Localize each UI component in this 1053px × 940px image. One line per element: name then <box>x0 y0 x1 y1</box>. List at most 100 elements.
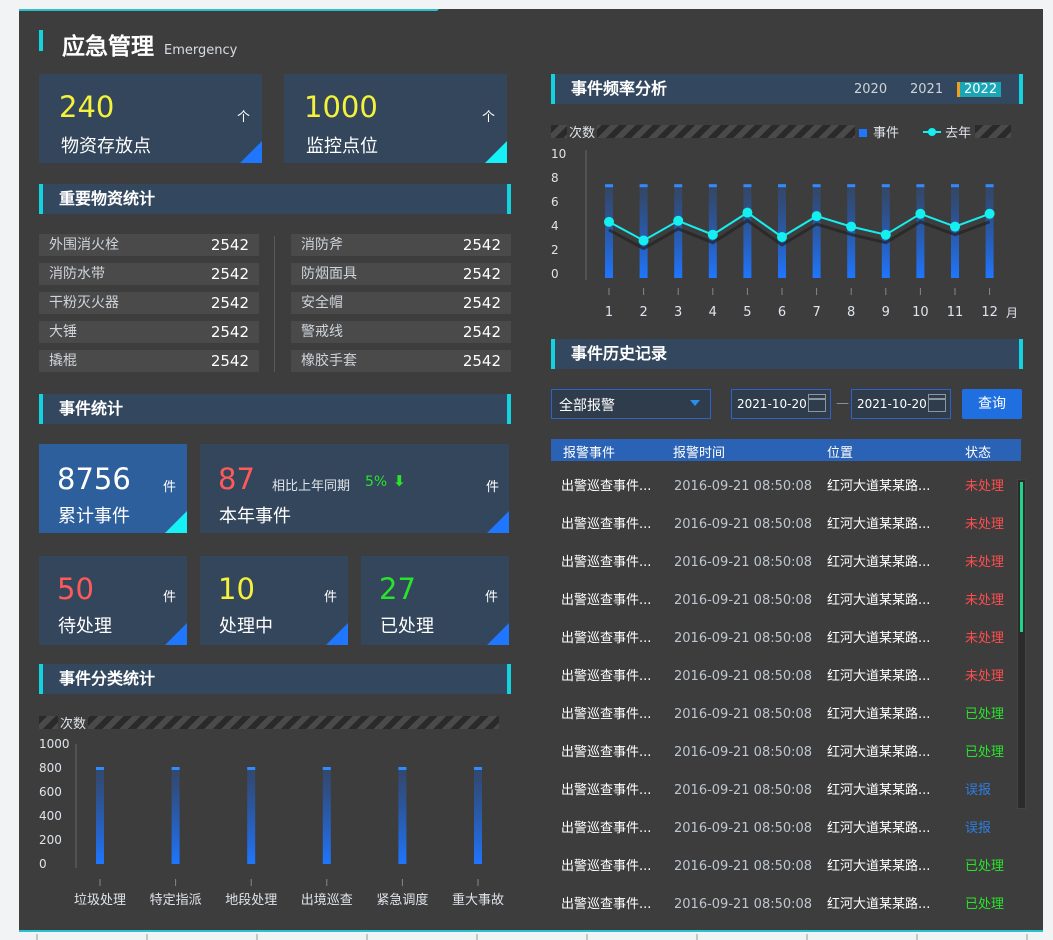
y-tick-label: 2 <box>551 243 559 257</box>
last-year-point <box>880 229 891 240</box>
month-label: 3 <box>674 305 682 320</box>
card-corner <box>165 511 187 533</box>
table-row[interactable]: 出警巡查事件... 2016-09-21 08:50:08 红河大道某某路... 已处… <box>551 848 1011 886</box>
table-row[interactable]: 出警巡查事件... 2016-09-21 08:50:08 红河大道某某路... 已处… <box>551 696 1011 734</box>
frequency-ylabel: 次数 <box>567 122 598 141</box>
material-row: 防烟面具 2542 <box>291 263 511 285</box>
row-status: 未处理 <box>965 479 1005 494</box>
legend-last-year: 去年 <box>945 126 972 141</box>
month-label: 7 <box>812 305 820 320</box>
material-value: 2542 <box>462 236 501 254</box>
event-bar-cap <box>743 184 752 188</box>
date-from-value: 2021-10-20 <box>737 397 807 411</box>
y-tick-label: 400 <box>39 809 62 823</box>
table-row[interactable]: 出警巡查事件... 2016-09-21 08:50:08 红河大道某某路... 误报 <box>551 810 1011 848</box>
table-row[interactable]: 出警巡查事件... 2016-09-21 08:50:08 红河大道某某路... 误报 <box>551 772 1011 810</box>
month-label: 9 <box>882 305 890 320</box>
row-location: 红河大道某某路... <box>827 593 931 608</box>
date-from-field[interactable]: 2021-10-20 <box>731 389 831 419</box>
table-row[interactable]: 出警巡查事件... 2016-09-21 08:50:08 红河大道某某路... 未处… <box>551 582 1011 620</box>
year-2021[interactable]: 2021 <box>910 82 943 97</box>
table-row[interactable]: 出警巡查事件... 2016-09-21 08:50:08 红河大道某某路... 未处… <box>551 468 1011 506</box>
date-to-value: 2021-10-20 <box>857 397 927 411</box>
material-name: 警戒线 <box>301 324 343 340</box>
page-title: 应急管理 <box>62 34 154 60</box>
frequency-chart: 10864201 2 3 4 5 6 7 8 9 10 11 12 月 <box>551 147 1018 320</box>
event-bar <box>639 185 648 278</box>
event-bar-cap <box>778 184 786 188</box>
material-row: 干粉灭火器 2542 <box>39 292 259 314</box>
compare-label: 相比上年同期 <box>272 479 351 494</box>
card-corner <box>240 141 262 163</box>
month-label: 5 <box>743 305 751 320</box>
category-label: 垃圾处理 <box>74 893 126 908</box>
event-bar <box>743 185 752 278</box>
row-status: 未处理 <box>965 555 1005 570</box>
alarm-type-select[interactable]: 全部报警 <box>551 389 711 419</box>
table-row[interactable]: 出警巡查事件... 2016-09-21 08:50:08 红河大道某某路... 未处… <box>551 620 1011 658</box>
done-card: 27 件 已处理 <box>361 556 509 645</box>
row-event: 出警巡查事件... <box>561 783 652 798</box>
processing-value: 10 <box>218 572 255 606</box>
material-value: 2542 <box>462 265 501 283</box>
col-event: 报警事件 <box>563 446 616 461</box>
row-status: 已处理 <box>965 859 1005 874</box>
year-events-unit: 件 <box>486 480 500 495</box>
processing-card: 10 件 处理中 <box>200 556 348 645</box>
material-row: 消防斧 2542 <box>291 234 511 256</box>
table-row[interactable]: 出警巡查事件... 2016-09-21 08:50:08 红河大道某某路... 已处… <box>551 734 1011 772</box>
scrollbar-thumb[interactable] <box>1020 482 1023 632</box>
card-corner <box>326 623 348 645</box>
history-scrollbar[interactable] <box>1017 479 1026 809</box>
card-corner <box>485 141 507 163</box>
history-table-header: 报警事件 报警时间 位置 状态 <box>551 439 1021 461</box>
y-tick-label: 0 <box>39 857 47 871</box>
row-status: 未处理 <box>965 631 1005 646</box>
calendar-icon[interactable] <box>928 394 946 412</box>
category-bar <box>474 768 482 864</box>
material-row: 消防水带 2542 <box>39 263 259 285</box>
table-row[interactable]: 出警巡查事件... 2016-09-21 08:50:08 红河大道某某路... 未处… <box>551 544 1011 582</box>
last-year-point <box>604 216 614 227</box>
year-events-card: 87 相比上年同期 5% ⬇ 件 本年事件 <box>200 444 509 533</box>
row-status: 已处理 <box>965 745 1005 760</box>
row-event: 出警巡查事件... <box>561 897 652 912</box>
year-2022[interactable]: 2022 <box>957 82 1002 97</box>
materials-title: 重要物资统计 <box>39 184 511 214</box>
month-label: 12 <box>981 305 998 320</box>
card-corner <box>487 511 509 533</box>
row-event: 出警巡查事件... <box>561 555 652 570</box>
table-row[interactable]: 出警巡查事件... 2016-09-21 08:50:08 红河大道某某路... 未处… <box>551 658 1011 696</box>
compare-value: 5% <box>365 474 388 490</box>
storage-points-label: 物资存放点 <box>61 136 151 157</box>
total-events-card: 8756 件 累计事件 <box>39 444 187 533</box>
row-status: 已处理 <box>965 897 1005 912</box>
pending-value: 50 <box>57 572 94 606</box>
table-row[interactable]: 出警巡查事件... 2016-09-21 08:50:08 红河大道某某路... 未处… <box>551 506 1011 544</box>
material-name: 大锤 <box>49 324 77 340</box>
event-bar-cap <box>639 184 648 188</box>
date-separator: — <box>836 396 849 411</box>
month-label: 1 <box>605 305 613 320</box>
table-row[interactable]: 出警巡查事件... 2016-09-21 08:50:08 红河大道某某路... 已处… <box>551 886 1011 924</box>
event-bar <box>847 185 856 278</box>
category-label: 重大事故 <box>452 892 504 908</box>
row-status: 误报 <box>965 783 992 798</box>
y-tick-label: 4 <box>551 219 559 233</box>
year-2020[interactable]: 2020 <box>854 82 887 97</box>
arrow-down-icon: ⬇ <box>393 472 406 490</box>
row-time: 2016-09-21 08:50:08 <box>674 631 813 646</box>
last-year-point <box>950 221 960 232</box>
processing-label: 处理中 <box>219 616 273 637</box>
material-value: 2542 <box>210 323 249 341</box>
event-bar-cap <box>605 184 613 188</box>
row-time: 2016-09-21 08:50:08 <box>674 593 813 608</box>
query-button[interactable]: 查询 <box>962 389 1022 419</box>
event-bar-cap <box>985 184 994 188</box>
material-name: 橡胶手套 <box>301 353 357 369</box>
row-status: 误报 <box>965 821 992 836</box>
materials-divider <box>274 236 275 372</box>
calendar-icon[interactable] <box>808 394 826 412</box>
date-to-field[interactable]: 2021-10-20 <box>851 389 951 419</box>
total-events-value: 8756 <box>57 462 131 496</box>
